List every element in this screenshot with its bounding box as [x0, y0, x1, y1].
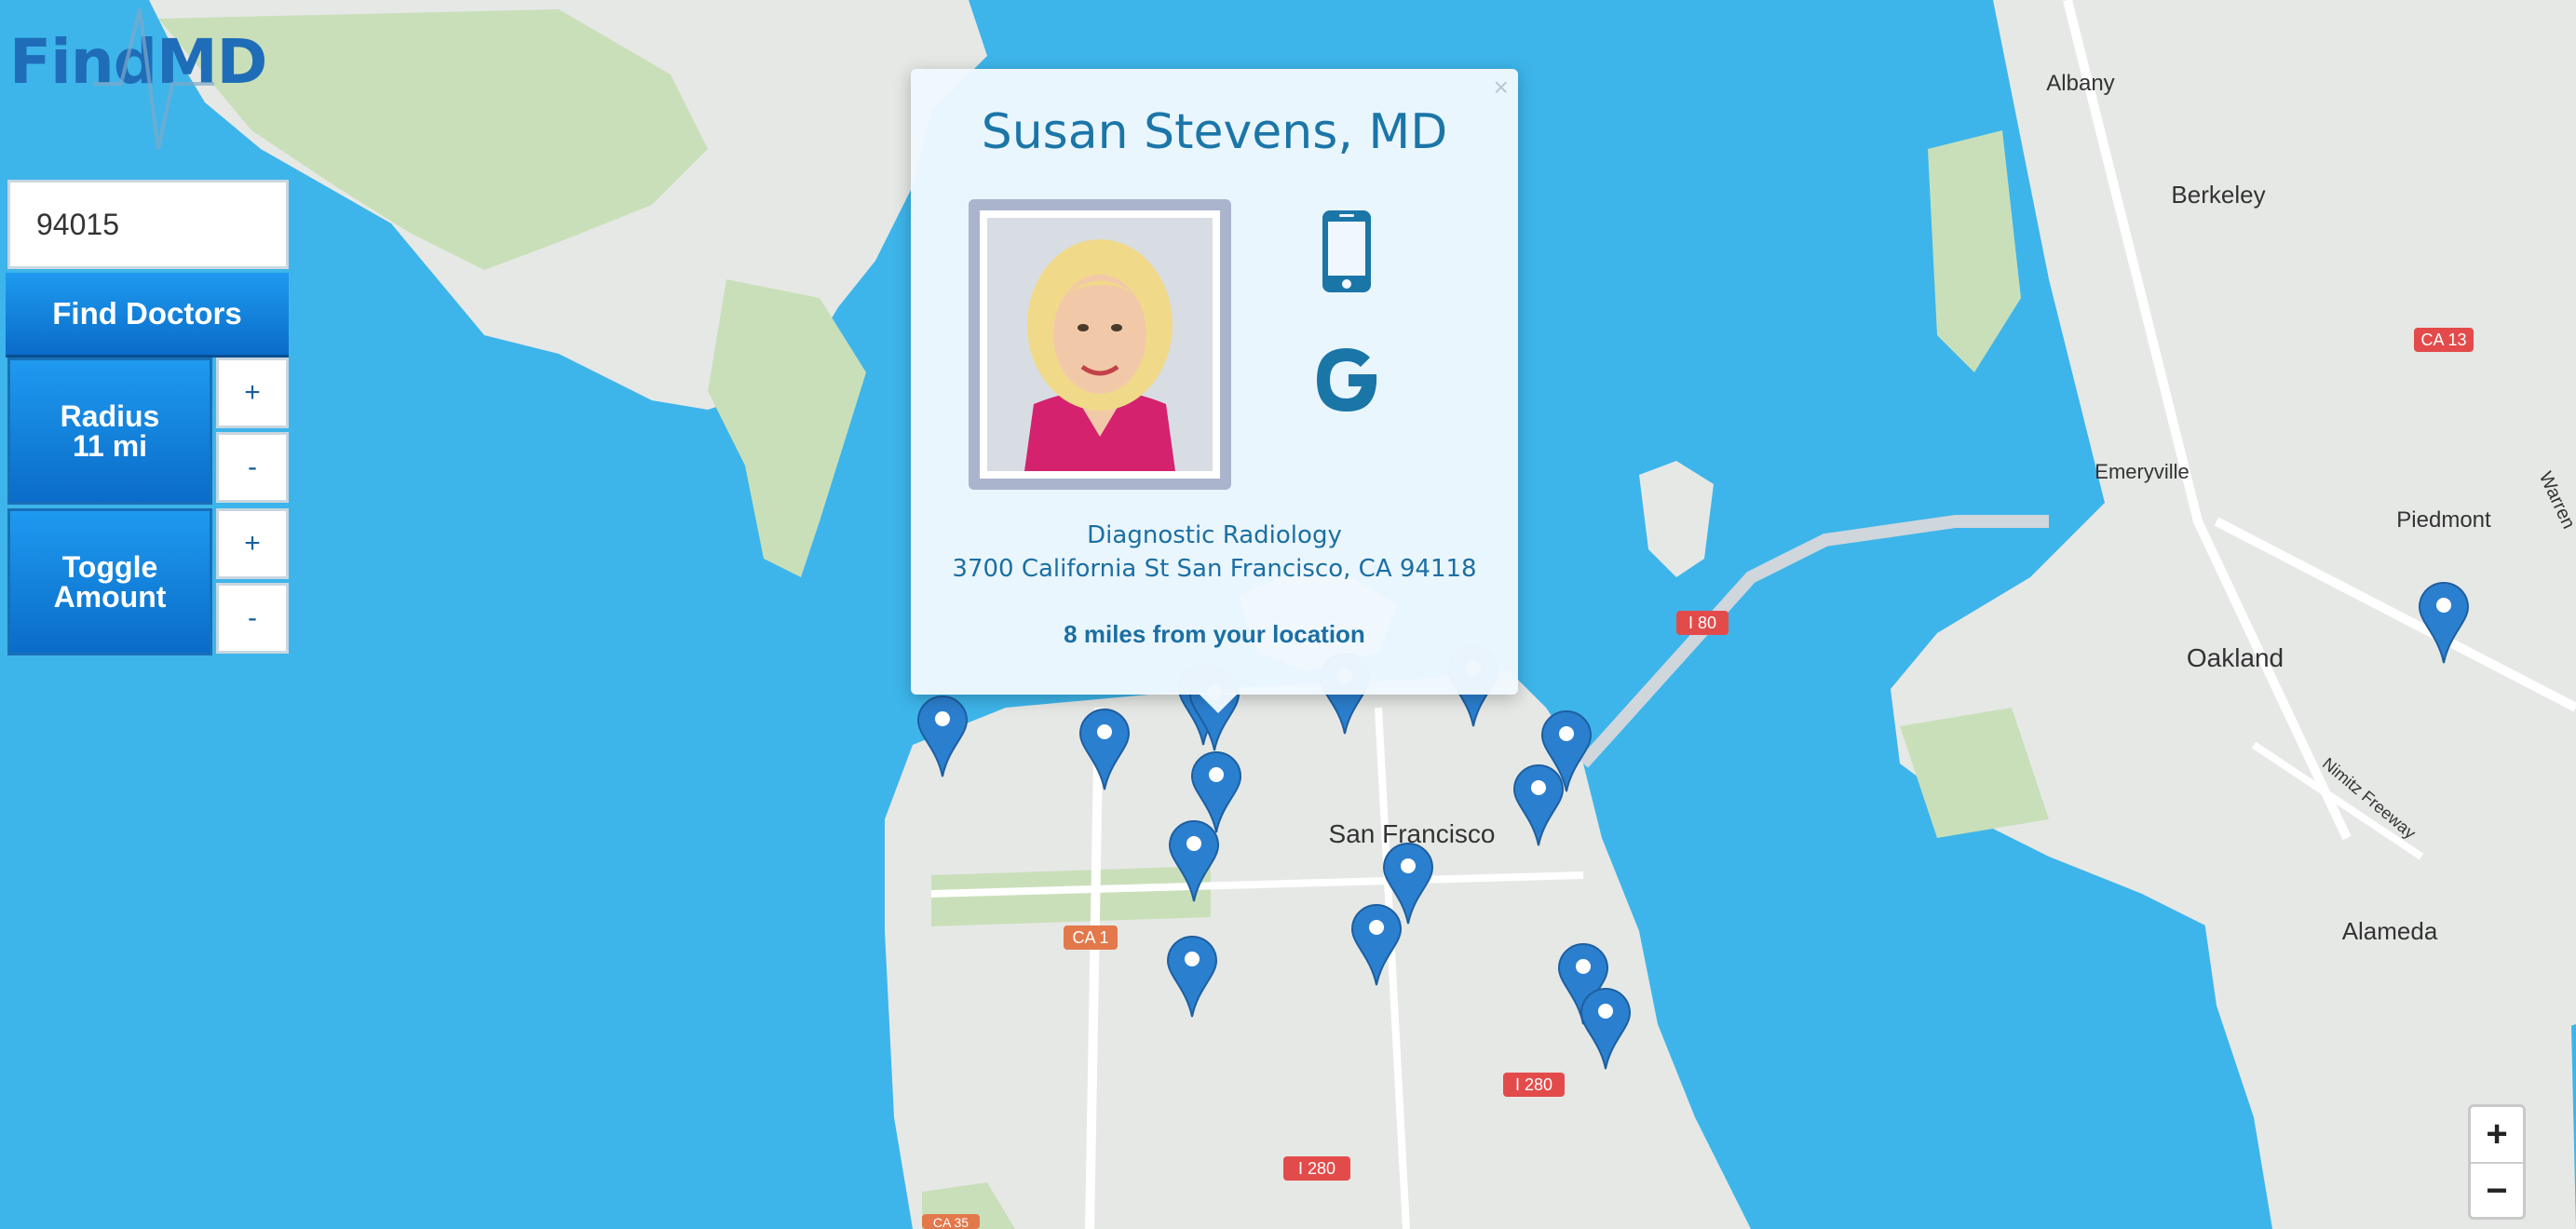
- popup-tip: [1198, 693, 1239, 713]
- doctor-distance: 8 miles from your location: [1064, 620, 1365, 648]
- doctor-address: 3700 California St San Francisco, CA 941…: [952, 555, 1477, 583]
- svg-text:I 80: I 80: [1688, 614, 1716, 632]
- app-logo: FindMD: [9, 26, 267, 98]
- shield-ca13: CA 13: [2414, 328, 2474, 352]
- doctor-photo-frame: [969, 199, 1231, 490]
- svg-text:CA 35: CA 35: [933, 1215, 969, 1229]
- zoom-out-button[interactable]: −: [2471, 1164, 2523, 1219]
- toggle-amount-button[interactable]: Toggle Amount: [7, 508, 212, 655]
- shield-i280-b: I 280: [1283, 1156, 1350, 1181]
- google-icon[interactable]: [1313, 344, 1384, 415]
- radius-plus-button[interactable]: +: [216, 358, 289, 428]
- find-doctors-button[interactable]: Find Doctors: [6, 273, 289, 355]
- doctor-photo: [987, 218, 1213, 471]
- svg-text:I 280: I 280: [1298, 1159, 1335, 1178]
- shield-ca35: CA 35: [922, 1214, 980, 1229]
- toggle-label-line1: Toggle: [61, 550, 158, 584]
- label-piedmont: Piedmont: [2396, 507, 2491, 533]
- radius-button[interactable]: Radius 11 mi: [7, 358, 212, 505]
- close-icon[interactable]: ×: [1494, 73, 1509, 102]
- label-alameda: Alameda: [2342, 917, 2438, 945]
- label-berkeley: Berkeley: [2171, 181, 2265, 209]
- shield-i280-a: I 280: [1503, 1073, 1565, 1097]
- toggle-label-line2: Amount: [53, 580, 167, 614]
- shield-i80: I 80: [1676, 611, 1729, 635]
- zoom-control: + −: [2468, 1104, 2526, 1220]
- phone-icon[interactable]: [1321, 209, 1373, 294]
- radius-value: 11 mi: [72, 429, 148, 463]
- doctor-specialty: Diagnostic Radiology: [1087, 521, 1342, 549]
- doctor-name: Susan Stevens, MD: [981, 104, 1448, 160]
- radius-minus-button[interactable]: -: [216, 432, 289, 503]
- toggle-minus-button[interactable]: -: [216, 583, 289, 654]
- label-oakland: Oakland: [2187, 643, 2284, 672]
- radius-label: Radius: [60, 399, 160, 433]
- doctor-popup: × Susan Stevens, MD Diagnostic Radiology…: [911, 69, 1518, 695]
- toggle-plus-button[interactable]: +: [216, 508, 289, 579]
- svg-text:I 280: I 280: [1515, 1075, 1552, 1094]
- svg-text:CA 1: CA 1: [1072, 928, 1108, 947]
- svg-text:CA 13: CA 13: [2420, 331, 2466, 349]
- zoom-in-button[interactable]: +: [2471, 1107, 2523, 1164]
- shield-ca1: CA 1: [1064, 925, 1118, 950]
- label-emeryville: Emeryville: [2095, 460, 2189, 483]
- zip-input[interactable]: [7, 180, 289, 269]
- label-albany: Albany: [2046, 71, 2114, 96]
